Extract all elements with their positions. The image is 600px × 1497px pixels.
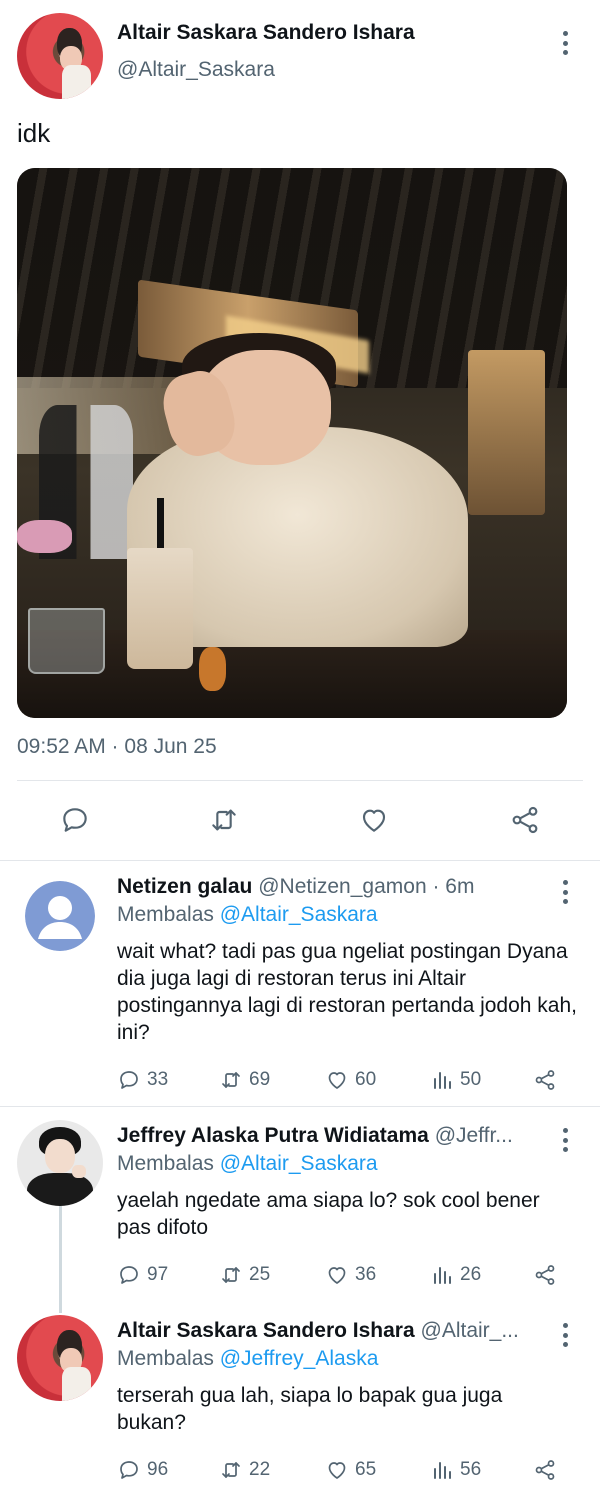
avatar[interactable] [17,13,103,99]
heart-icon[interactable] [356,802,392,838]
comment-icon [120,1266,138,1284]
reply-views-button[interactable]: 56 [430,1455,481,1485]
tweet-text: idk [17,118,51,148]
avatar[interactable] [25,881,95,951]
comment-count: 97 [147,1264,169,1285]
replying-to-link[interactable]: @Altair_Saskara [220,903,378,926]
like-count: 60 [355,1069,377,1090]
retweet-icon [222,1462,240,1478]
replying-prefix: Membalas [117,903,214,926]
reply-header: Netizen galau @Netizen_gamon · 6m [117,875,537,899]
retweet-icon[interactable] [206,802,242,838]
avatar[interactable] [17,1120,103,1206]
heart-icon [328,1267,346,1284]
reply-author-handle[interactable]: @Jeffr... [435,1124,513,1147]
reply-header: Jeffrey Alaska Putra Widiatama @Jeffr... [117,1124,545,1148]
reply-like-button[interactable]: 60 [325,1065,376,1095]
author-handle[interactable]: @Altair_Saskara [117,58,275,82]
replying-to: Membalas @Altair_Saskara [117,903,378,927]
retweet-count: 22 [249,1459,271,1480]
heart-icon [328,1462,346,1479]
replying-prefix: Membalas [117,1152,214,1175]
more-options-icon[interactable] [553,28,577,58]
retweet-icon [222,1267,240,1283]
views-icon [434,1462,451,1479]
reply-tweet[interactable]: Altair Saskara Sandero Ishara @Altair_..… [0,1302,600,1497]
reply-text: wait what? tadi pas gua ngeliat postinga… [117,940,577,1044]
reply-author-handle[interactable]: @Altair_... [421,1319,519,1342]
reply-retweet-button[interactable]: 25 [219,1260,270,1290]
like-count: 65 [355,1459,377,1480]
author-name[interactable]: Altair Saskara Sandero Ishara [117,21,415,45]
comment-icon [120,1461,138,1479]
replying-to-link[interactable]: @Jeffrey_Alaska [220,1347,379,1370]
avatar[interactable] [17,1315,103,1401]
reply-like-button[interactable]: 36 [325,1260,376,1290]
reply-author-name[interactable]: Altair Saskara Sandero Ishara [117,1319,415,1342]
tweet-timestamp: 09:52 AM · 08 Jun 25 [17,735,217,758]
more-options-icon[interactable] [553,1125,577,1155]
share-icon [535,1070,555,1090]
reply-views-button[interactable]: 26 [430,1260,481,1290]
share-icon [535,1265,555,1285]
retweet-icon [222,1072,240,1088]
reply-like-button[interactable]: 65 [325,1455,376,1485]
replying-to-link[interactable]: @Altair_Saskara [220,1152,378,1175]
main-tweet: Altair Saskara Sandero Ishara @Altair_Sa… [0,0,600,860]
reply-share-button[interactable] [533,1455,557,1485]
divider [17,780,583,781]
retweet-count: 69 [249,1069,271,1090]
more-options-icon[interactable] [553,1320,577,1350]
reply-header: Altair Saskara Sandero Ishara @Altair_..… [117,1319,545,1343]
view-count: 50 [460,1069,482,1090]
action-bar [0,800,600,844]
reply-actions: 97 25 36 26 [117,1260,567,1290]
like-count: 36 [355,1264,377,1285]
reply-comment-button[interactable]: 96 [117,1455,168,1485]
reply-comment-button[interactable]: 97 [117,1260,168,1290]
share-icon [535,1460,555,1480]
reply-author-handle[interactable]: @Netizen_gamon [258,875,426,898]
reply-comment-button[interactable]: 33 [117,1065,168,1095]
reply-share-button[interactable] [533,1065,557,1095]
reply-share-button[interactable] [533,1260,557,1290]
reply-author-name[interactable]: Jeffrey Alaska Putra Widiatama [117,1124,429,1147]
view-count: 56 [460,1459,482,1480]
comment-icon [120,1071,138,1089]
reply-text: terserah gua lah, siapa lo bapak gua jug… [117,1384,503,1434]
reply-tweet[interactable]: Netizen galau @Netizen_gamon · 6m Membal… [0,861,600,1106]
reply-actions: 96 22 65 56 [117,1455,567,1485]
reply-views-button[interactable]: 50 [430,1065,481,1095]
replying-to: Membalas @Altair_Saskara [117,1152,378,1176]
retweet-count: 25 [249,1264,271,1285]
reply-time: · 6m [432,875,475,898]
reply-tweet[interactable]: Jeffrey Alaska Putra Widiatama @Jeffr...… [0,1107,600,1307]
heart-icon [328,1072,346,1089]
more-options-icon[interactable] [553,877,577,907]
reply-retweet-button[interactable]: 22 [219,1455,270,1485]
reply-retweet-button[interactable]: 69 [219,1065,270,1095]
views-icon [434,1267,451,1284]
reply-author-name[interactable]: Netizen galau [117,875,252,898]
replying-prefix: Membalas [117,1347,214,1370]
replying-to: Membalas @Jeffrey_Alaska [117,1347,378,1371]
views-icon [434,1072,451,1089]
share-icon[interactable] [507,802,543,838]
comment-count: 96 [147,1459,169,1480]
reply-actions: 33 69 60 50 [117,1065,567,1095]
comment-icon[interactable] [57,802,93,838]
comment-count: 33 [147,1069,169,1090]
reply-text: yaelah ngedate ama siapa lo? sok cool be… [117,1189,540,1239]
view-count: 26 [460,1264,482,1285]
tweet-photo[interactable] [17,168,567,718]
